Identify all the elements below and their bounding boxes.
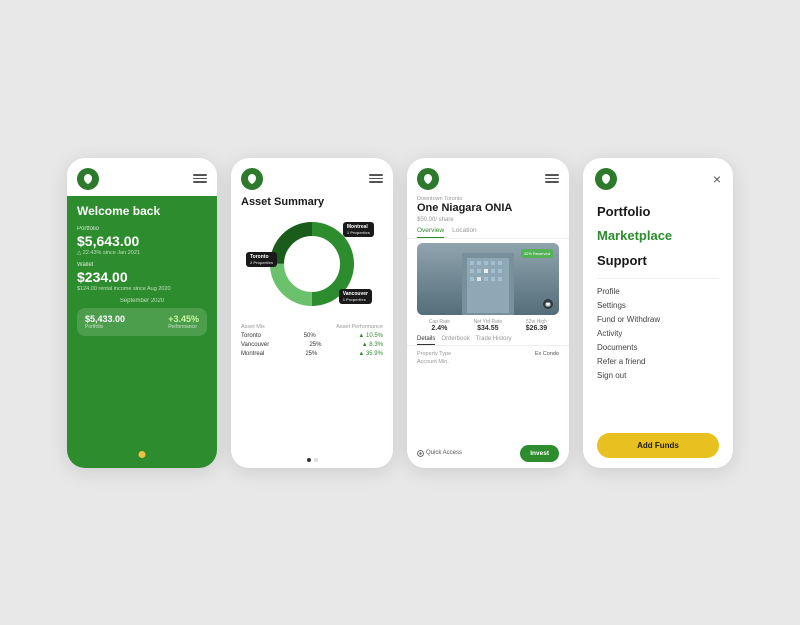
nav-settings[interactable]: Settings: [597, 301, 719, 310]
pct-vancouver: 25%: [309, 342, 321, 348]
s1-header: [67, 158, 217, 196]
tab-overview[interactable]: Overview: [417, 227, 444, 238]
s4-header: ×: [583, 158, 733, 196]
perf-montreal: ▲ 35.9%: [358, 351, 383, 357]
performance-card: $5,433.00 Portfolio +3.45% Performance: [77, 308, 207, 336]
screens-container: Welcome back Portfolio $5,643.00 △ 22.43…: [37, 158, 763, 468]
portfolio-sub: △ 22.43% since Jan 2021: [77, 250, 207, 256]
wallet-sub: $124.00 rental income since Aug 2020: [77, 286, 207, 292]
asset-summary-screen: Asset Summary Montreal 1 Properties Toro…: [231, 158, 393, 468]
logo-icon: [77, 168, 99, 190]
add-funds-button[interactable]: Add Funds: [597, 433, 719, 458]
th-perf: Asset Performance: [336, 324, 383, 330]
montreal-label: Montreal 1 Properties: [343, 222, 374, 237]
card-label2: Performance: [168, 324, 199, 330]
quick-access[interactable]: Quick Access: [417, 450, 462, 457]
logo-icon-2: [241, 168, 263, 190]
toronto-label: Toronto 2 Properties: [246, 252, 277, 267]
hamburger-menu-2[interactable]: [369, 174, 383, 183]
tab-orderbook[interactable]: Orderbook: [441, 336, 469, 345]
tab-details[interactable]: Details: [417, 336, 435, 345]
tab-location[interactable]: Location: [452, 227, 477, 238]
nav-fund-withdraw[interactable]: Fund or Withdraw: [597, 315, 719, 324]
s2-header: [231, 158, 393, 196]
property-price: $50.00/ share: [407, 214, 569, 227]
nav-activity[interactable]: Activity: [597, 329, 719, 338]
nav-support[interactable]: Support: [597, 253, 719, 270]
pagination-dots: [231, 458, 393, 468]
stat-cap-rate: Cap Rate 2.4%: [429, 319, 450, 332]
welcome-title: Welcome back: [77, 204, 207, 218]
wallet-label: Wallet: [77, 262, 207, 268]
asset-summary-title: Asset Summary: [231, 196, 393, 208]
property-tabs: Overview Location: [407, 227, 569, 239]
menu-screen: × Portfolio Marketplace Support Profile …: [583, 158, 733, 468]
city-toronto: Toronto: [241, 333, 261, 339]
hamburger-menu[interactable]: [193, 174, 207, 183]
card-pct: +3.45%: [168, 314, 199, 324]
s1-green-section: Welcome back Portfolio $5,643.00 △ 22.43…: [67, 196, 217, 468]
card-label1: Portfolio: [85, 324, 125, 330]
perf-vancouver: ▲ 8.3%: [362, 342, 383, 348]
tab-trade-history[interactable]: Trade History: [476, 336, 512, 345]
welcome-screen: Welcome back Portfolio $5,643.00 △ 22.43…: [67, 158, 217, 468]
detail-tabs: Details Orderbook Trade History: [407, 336, 569, 346]
portfolio-amount: $5,643.00: [77, 233, 207, 249]
wallet-section: Wallet $234.00 $124.00 rental income sin…: [77, 262, 207, 292]
status-dot: [139, 451, 146, 458]
donut-chart: Montreal 1 Properties Toronto 2 Properti…: [262, 214, 362, 314]
s3-footer: Quick Access Invest: [407, 439, 569, 468]
nav-documents[interactable]: Documents: [597, 343, 719, 352]
nav-menu: Portfolio Marketplace Support Profile Se…: [583, 196, 733, 423]
dot-1: [307, 458, 311, 462]
property-image: 32% Reserved: [417, 243, 559, 315]
nav-marketplace[interactable]: Marketplace: [597, 228, 719, 245]
property-stats: Cap Rate 2.4% Net Ytd Rate $34.55 52w Hi…: [407, 315, 569, 336]
dot-2: [314, 458, 318, 462]
card-value: $5,433.00: [85, 314, 125, 324]
invest-button[interactable]: Invest: [520, 445, 559, 462]
nav-portfolio[interactable]: Portfolio: [597, 204, 719, 221]
table-row: Toronto 50% ▲ 10.5%: [241, 333, 383, 339]
nav-signout[interactable]: Sign out: [597, 371, 719, 380]
property-detail-screen: Downtown Toronto One Niagara ONIA $50.00…: [407, 158, 569, 468]
logo-icon-3: [417, 168, 439, 190]
table-row: Montreal 25% ▲ 35.9%: [241, 351, 383, 357]
reserved-badge: 32% Reserved: [521, 249, 553, 258]
table-row: Vancouver 25% ▲ 8.3%: [241, 342, 383, 348]
camera-icon: [543, 299, 553, 309]
city-montreal: Montreal: [241, 351, 264, 357]
pct-toronto: 50%: [304, 333, 316, 339]
nav-refer[interactable]: Refer a friend: [597, 357, 719, 366]
nav-profile[interactable]: Profile: [597, 287, 719, 296]
table-header: Asset Mix Asset Performance: [241, 324, 383, 330]
perf-toronto: ▲ 10.5%: [358, 333, 383, 339]
close-button[interactable]: ×: [713, 172, 721, 186]
hamburger-menu-3[interactable]: [545, 174, 559, 183]
detail-account-min: Account Min.: [407, 358, 569, 366]
vancouver-label: Vancouver 1 Properties: [339, 289, 372, 304]
logo-icon-4: [595, 168, 617, 190]
wallet-amount: $234.00: [77, 269, 207, 285]
th-mix: Asset Mix: [241, 324, 265, 330]
asset-table: Asset Mix Asset Performance Toronto 50% …: [231, 320, 393, 458]
stat-52w-high: 52w High $26.39: [526, 319, 547, 332]
nav-divider: [597, 278, 719, 279]
period-label: September 2020: [77, 298, 207, 304]
detail-property-type: Property Type Ex Condo: [407, 350, 569, 358]
s4-footer: Add Funds: [583, 423, 733, 468]
s3-header: [407, 158, 569, 196]
property-title: One Niagara ONIA: [407, 202, 569, 214]
city-vancouver: Vancouver: [241, 342, 269, 348]
portfolio-label: Portfolio: [77, 226, 207, 232]
pct-montreal: 25%: [305, 351, 317, 357]
stat-net-ytd: Net Ytd Rate $34.55: [474, 319, 503, 332]
